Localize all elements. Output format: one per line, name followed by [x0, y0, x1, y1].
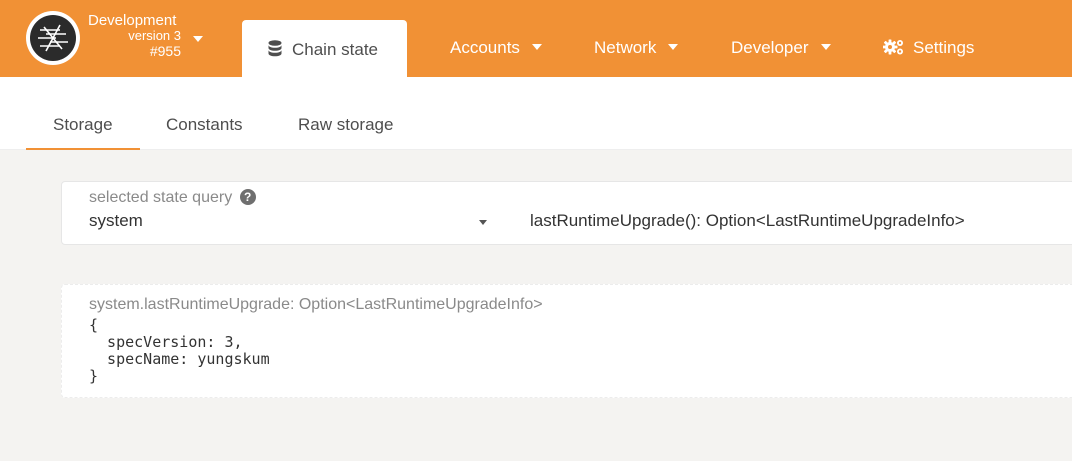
result-label: system.lastRuntimeUpgrade: Option<LastRu… [89, 296, 543, 313]
nav-settings-label: Settings [913, 38, 975, 57]
query-label: selected state query ? [89, 189, 256, 207]
nav-settings[interactable]: Settings [883, 38, 974, 58]
sub-navigation-tabs: Storage Constants Raw storage [0, 77, 1072, 150]
nav-developer-label: Developer [731, 38, 809, 57]
nav-network-label: Network [594, 38, 657, 57]
tab-storage[interactable]: Storage [53, 115, 113, 135]
tab-chain-state-label: Chain state [292, 40, 378, 59]
chevron-down-icon[interactable] [193, 36, 203, 42]
module-select[interactable]: system [89, 211, 143, 231]
chain-version: version 3 [128, 28, 181, 43]
substrate-logo-icon[interactable] [26, 11, 80, 65]
top-navigation-bar: Development version 3 #955 Chain state A… [0, 0, 1072, 77]
tab-raw-storage[interactable]: Raw storage [298, 115, 393, 135]
method-select[interactable]: lastRuntimeUpgrade(): Option<LastRuntime… [530, 211, 965, 231]
tab-chain-state[interactable]: Chain state [242, 20, 407, 77]
chevron-down-icon[interactable] [479, 220, 487, 225]
chevron-down-icon [531, 43, 542, 50]
nav-network[interactable]: Network [594, 38, 679, 58]
question-circle-icon[interactable]: ? [239, 189, 256, 205]
nav-accounts-label: Accounts [450, 38, 520, 57]
chain-selector[interactable]: Development version 3 #955 [88, 12, 188, 60]
result-value: { specVersion: 3, specName: yungskum } [89, 316, 270, 385]
database-icon [268, 40, 282, 57]
nav-accounts[interactable]: Accounts [450, 38, 542, 58]
chevron-down-icon [668, 43, 679, 50]
block-number: #955 [149, 43, 181, 59]
gears-icon [883, 39, 903, 55]
tab-constants[interactable]: Constants [166, 115, 243, 135]
query-result: system.lastRuntimeUpgrade: Option<LastRu… [61, 284, 1072, 398]
state-query-selector: selected state query ? system lastRuntim… [61, 181, 1072, 245]
chevron-down-icon [820, 43, 831, 50]
nav-developer[interactable]: Developer [731, 38, 831, 58]
active-tab-indicator [26, 148, 140, 150]
chain-name: Development [88, 12, 177, 29]
query-label-text: selected state query [89, 189, 233, 206]
